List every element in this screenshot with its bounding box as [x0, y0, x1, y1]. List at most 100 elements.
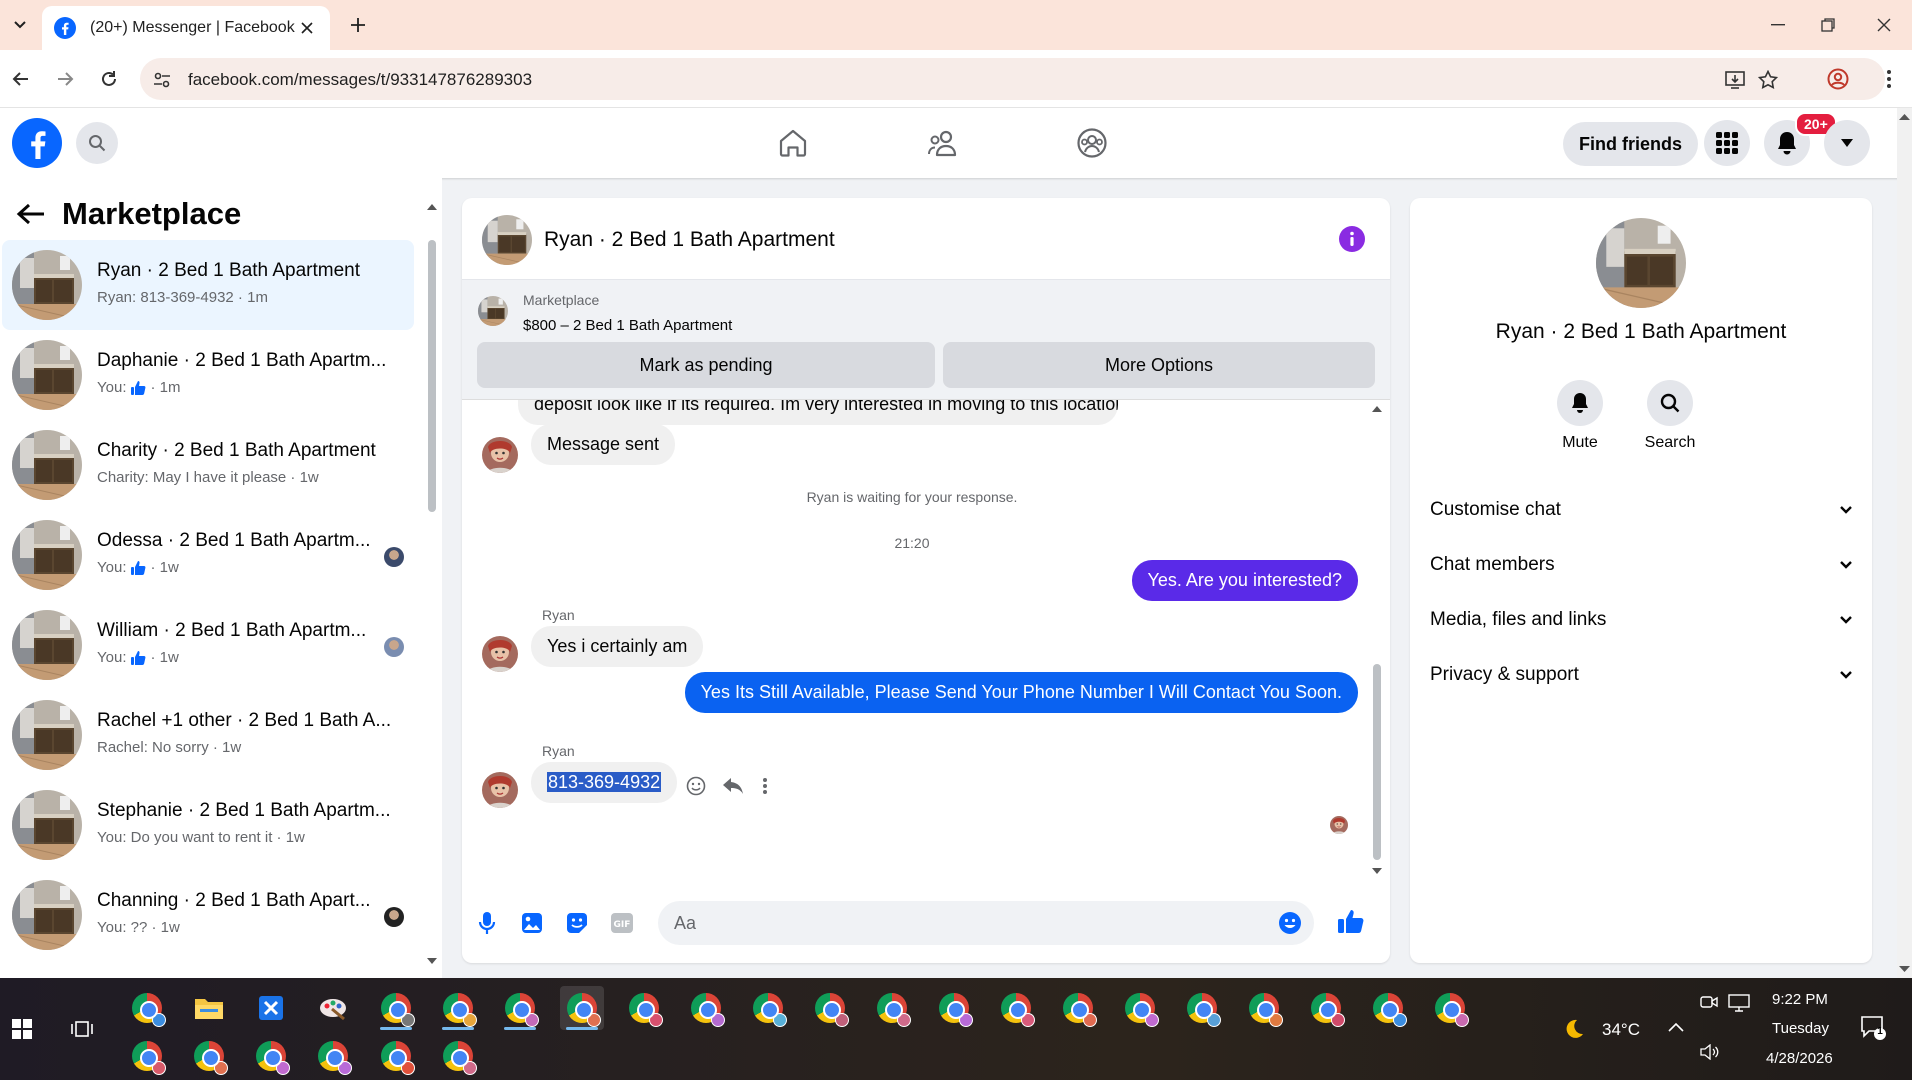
- chrome-app-icon[interactable]: [1056, 986, 1100, 1030]
- chrome-app-icon[interactable]: [1242, 986, 1286, 1030]
- file-explorer-icon[interactable]: [187, 986, 231, 1030]
- incoming-message[interactable]: 813-369-4932: [531, 762, 678, 803]
- windows-start-icon[interactable]: [0, 1007, 44, 1051]
- chrome-app-icon[interactable]: [1304, 986, 1348, 1030]
- sticker-icon[interactable]: [562, 908, 592, 938]
- task-view-icon[interactable]: [60, 1007, 104, 1051]
- clock-time[interactable]: 9:22 PM: [1772, 991, 1828, 1008]
- tab-search-icon[interactable]: [6, 10, 34, 40]
- browser-tab[interactable]: (20+) Messenger | Facebook: [42, 6, 330, 50]
- bookmark-star-icon[interactable]: [1756, 68, 1780, 92]
- ryan-avatar[interactable]: [482, 772, 518, 808]
- chat-title[interactable]: Ryan · 2 Bed 1 Bath Apartment: [544, 228, 835, 252]
- meet-now-icon[interactable]: [1700, 994, 1718, 1010]
- chrome-app-icon[interactable]: [249, 1034, 293, 1078]
- listing-thumbnail[interactable]: [478, 296, 508, 326]
- like-thumb-icon[interactable]: [1336, 906, 1366, 936]
- groups-icon[interactable]: [1062, 120, 1122, 166]
- network-icon[interactable]: [1728, 994, 1750, 1012]
- conversation-item[interactable]: William · 2 Bed 1 Bath Apartm... You: · 1w: [2, 600, 414, 690]
- chat-scrollbar[interactable]: [1370, 402, 1384, 878]
- forward-icon[interactable]: [50, 64, 80, 94]
- conversation-item[interactable]: Rachel +1 other · 2 Bed 1 Bath A... Rache…: [2, 690, 414, 780]
- outgoing-message[interactable]: Yes Its Still Available, Please Send You…: [684, 672, 1358, 713]
- message-sent-bubble[interactable]: Message sent: [531, 424, 676, 465]
- microphone-icon[interactable]: [472, 908, 502, 938]
- chrome-app-icon[interactable]: [746, 986, 790, 1030]
- chrome-app-icon[interactable]: [436, 1034, 480, 1078]
- selected-phone-text[interactable]: 813-369-4932: [547, 772, 662, 792]
- restore-icon[interactable]: [1800, 0, 1856, 50]
- mute-button[interactable]: Mute: [1540, 380, 1620, 452]
- conversation-item[interactable]: Channing · 2 Bed 1 Bath Apart... You: ?? …: [2, 870, 414, 960]
- reload-icon[interactable]: [94, 64, 124, 94]
- minimize-icon[interactable]: [1750, 0, 1806, 50]
- chrome-app-icon[interactable]: [932, 986, 976, 1030]
- profile-icon[interactable]: [1823, 64, 1853, 94]
- menu-grid-icon[interactable]: [1704, 120, 1750, 166]
- browser-menu-icon[interactable]: [1874, 64, 1904, 94]
- back-icon[interactable]: [6, 64, 36, 94]
- site-settings-icon[interactable]: [150, 68, 174, 92]
- chrome-app-icon[interactable]: [311, 1034, 355, 1078]
- friends-icon[interactable]: [913, 120, 973, 166]
- weather-moon-icon[interactable]: [1563, 1018, 1585, 1040]
- ryan-avatar[interactable]: [482, 636, 518, 672]
- chrome-app-icon[interactable]: [498, 986, 542, 1030]
- more-actions-icon[interactable]: [762, 776, 768, 796]
- chrome-app-icon[interactable]: [1118, 986, 1162, 1030]
- close-window-icon[interactable]: [1856, 0, 1912, 50]
- chrome-app-icon[interactable]: [560, 986, 604, 1030]
- chrome-app-icon[interactable]: [870, 986, 914, 1030]
- facebook-search-icon[interactable]: [76, 122, 118, 164]
- clock-date[interactable]: 4/28/2026: [1766, 1050, 1833, 1067]
- chrome-app-icon[interactable]: [622, 986, 666, 1030]
- new-tab-icon[interactable]: [346, 12, 370, 38]
- section-privacy-support[interactable]: Privacy & support: [1430, 655, 1852, 695]
- chrome-app-icon[interactable]: [1366, 986, 1410, 1030]
- chrome-app-icon[interactable]: [1428, 986, 1472, 1030]
- chat-listing-avatar[interactable]: [482, 215, 532, 265]
- close-tab-icon[interactable]: [296, 17, 318, 39]
- home-icon[interactable]: [763, 120, 823, 166]
- chrome-app-icon[interactable]: [808, 986, 852, 1030]
- sidebar-scroll-thumb[interactable]: [428, 240, 436, 512]
- chrome-app-icon[interactable]: [125, 986, 169, 1030]
- mute-bell-icon[interactable]: [1557, 380, 1603, 426]
- conversation-item[interactable]: Charity · 2 Bed 1 Bath Apartment Charity:…: [2, 420, 414, 510]
- chrome-app-icon[interactable]: [1180, 986, 1224, 1030]
- back-arrow-icon[interactable]: [16, 202, 46, 226]
- info-icon[interactable]: [1339, 226, 1365, 252]
- url-text[interactable]: facebook.com/messages/t/933147876289303: [188, 70, 532, 90]
- conversation-item[interactable]: Ryan · 2 Bed 1 Bath Apartment Ryan: 813-3…: [2, 240, 414, 330]
- message-input[interactable]: Aa: [658, 901, 1314, 945]
- incoming-message[interactable]: Yes i certainly am: [531, 626, 704, 667]
- volume-icon[interactable]: [1700, 1044, 1720, 1060]
- section-chat-members[interactable]: Chat members: [1430, 545, 1852, 585]
- listing-title[interactable]: $800 – 2 Bed 1 Bath Apartment: [523, 317, 732, 334]
- reply-icon[interactable]: [722, 776, 744, 796]
- react-icon[interactable]: [686, 776, 706, 796]
- section-customise-chat[interactable]: Customise chat: [1430, 490, 1852, 530]
- install-app-icon[interactable]: [1723, 68, 1747, 92]
- chrome-app-icon[interactable]: [187, 1034, 231, 1078]
- conversation-item[interactable]: Daphanie · 2 Bed 1 Bath Apartm... You: · 1…: [2, 330, 414, 420]
- chat-scroll-thumb[interactable]: [1373, 664, 1381, 860]
- weather-temperature[interactable]: 34°C: [1602, 1020, 1640, 1040]
- chrome-app-icon[interactable]: [436, 986, 480, 1030]
- mark-as-pending-button[interactable]: Mark as pending: [477, 342, 935, 388]
- account-dropdown-icon[interactable]: [1824, 120, 1870, 166]
- facebook-logo-icon[interactable]: [12, 118, 62, 168]
- paint-app-icon[interactable]: [311, 986, 355, 1030]
- page-scrollbar[interactable]: [1897, 108, 1912, 978]
- clock-day[interactable]: Tuesday: [1772, 1020, 1829, 1037]
- chrome-app-icon[interactable]: [374, 986, 418, 1030]
- section-media-files-links[interactable]: Media, files and links: [1430, 600, 1852, 640]
- chrome-app-icon[interactable]: [125, 1034, 169, 1078]
- emoji-icon[interactable]: [1278, 911, 1302, 935]
- outgoing-message[interactable]: Yes. Are you interested?: [1131, 560, 1358, 601]
- info-avatar[interactable]: [1596, 218, 1686, 308]
- gif-icon[interactable]: GIF: [607, 908, 637, 938]
- chrome-app-icon[interactable]: [994, 986, 1038, 1030]
- more-options-button[interactable]: More Options: [943, 342, 1375, 388]
